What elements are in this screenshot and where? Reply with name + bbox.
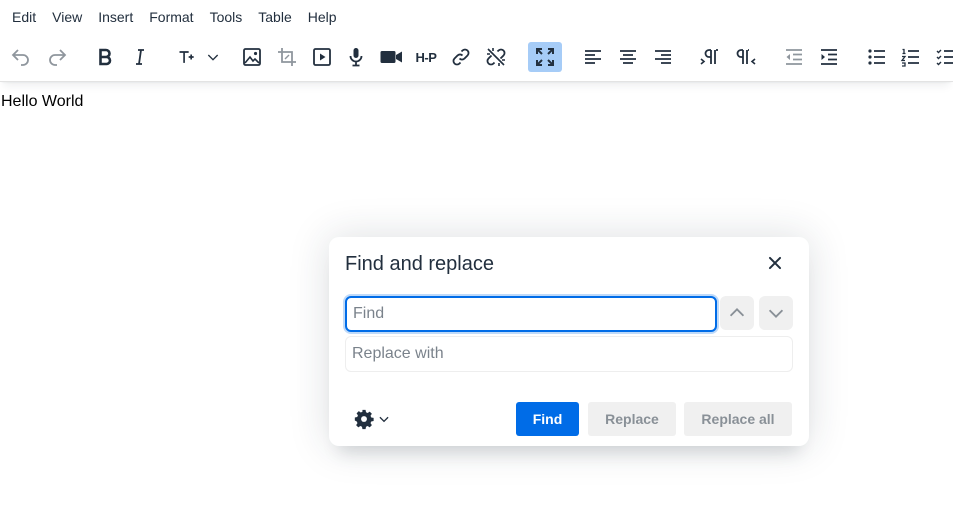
align-right-icon (655, 50, 671, 64)
media-button[interactable] (305, 42, 339, 72)
replace-button[interactable]: Replace (588, 402, 676, 436)
bold-button[interactable] (88, 42, 122, 72)
menu-view[interactable]: View (44, 4, 90, 30)
close-icon (768, 256, 782, 270)
bullet-list-icon (868, 49, 885, 65)
align-left-button[interactable] (576, 42, 610, 72)
ltr-icon (700, 49, 718, 65)
chevron-down-icon (379, 416, 389, 423)
outdent-button[interactable] (777, 42, 811, 72)
toolbar: H-P (0, 38, 953, 78)
numbered-list-button[interactable] (894, 42, 928, 72)
menu-help[interactable]: Help (300, 4, 345, 30)
dialog-title: Find and replace (345, 253, 494, 275)
gear-icon (354, 409, 374, 430)
menu-insert[interactable]: Insert (90, 4, 141, 30)
chevron-down-icon (207, 54, 219, 61)
find-button[interactable]: Find (516, 402, 579, 436)
replace-all-button[interactable]: Replace all (684, 402, 792, 436)
redo-icon (49, 49, 67, 66)
fullscreen-button[interactable] (528, 42, 562, 72)
record-video-button[interactable] (374, 42, 408, 72)
editor-content[interactable]: Hello World (1, 92, 83, 112)
align-center-button[interactable] (611, 42, 645, 72)
menu-format[interactable]: Format (141, 4, 201, 30)
h5p-icon: H-P (415, 49, 437, 65)
find-previous-button[interactable] (720, 296, 754, 330)
align-center-icon (620, 50, 636, 64)
indent-icon (821, 49, 837, 65)
chevron-down-icon (768, 309, 784, 318)
link-button[interactable] (444, 42, 478, 72)
rtl-button[interactable] (729, 42, 763, 72)
fullscreen-icon (536, 48, 554, 66)
find-replace-dialog: Find and replace Find Replace Replace al… (329, 237, 809, 446)
close-button[interactable] (760, 248, 790, 278)
undo-icon (11, 49, 29, 66)
checklist-icon (936, 49, 953, 66)
italic-icon (136, 49, 144, 65)
link-icon (452, 48, 470, 66)
find-next-button[interactable] (759, 296, 793, 330)
redo-button[interactable] (40, 42, 74, 72)
preferences-button[interactable] (353, 405, 397, 433)
align-left-icon (585, 50, 601, 64)
bold-icon (99, 48, 112, 66)
editor: Edit View Insert Format Tools Table Help (0, 0, 953, 517)
record-audio-button[interactable] (339, 42, 373, 72)
font-size-button[interactable] (172, 42, 224, 72)
checklist-button[interactable] (929, 42, 953, 72)
image-button[interactable] (235, 42, 269, 72)
h5p-button[interactable]: H-P (409, 42, 443, 72)
unlink-button[interactable] (479, 42, 513, 72)
align-right-button[interactable] (646, 42, 680, 72)
unlink-icon (486, 48, 506, 66)
ltr-button[interactable] (693, 42, 727, 72)
menu-table[interactable]: Table (250, 4, 299, 30)
numbered-list-icon (900, 48, 919, 67)
undo-button[interactable] (4, 42, 38, 72)
paragraph: Hello World (1, 93, 84, 110)
menu-tools[interactable]: Tools (202, 4, 251, 30)
rtl-icon (736, 49, 756, 65)
chevron-up-icon (729, 308, 745, 317)
outdent-icon (786, 49, 802, 65)
replace-input[interactable] (345, 336, 793, 372)
video-camera-icon (380, 51, 402, 63)
indent-button[interactable] (812, 42, 846, 72)
bullet-list-button[interactable] (860, 42, 894, 72)
find-input[interactable] (345, 296, 717, 332)
italic-button[interactable] (123, 42, 157, 72)
font-size-icon (179, 51, 194, 63)
microphone-icon (349, 48, 363, 67)
crop-button[interactable] (270, 42, 304, 72)
menu-edit[interactable]: Edit (4, 4, 44, 30)
image-icon (243, 48, 261, 66)
menubar: Edit View Insert Format Tools Table Help (0, 0, 953, 34)
media-icon (313, 48, 331, 66)
crop-icon (278, 48, 296, 66)
